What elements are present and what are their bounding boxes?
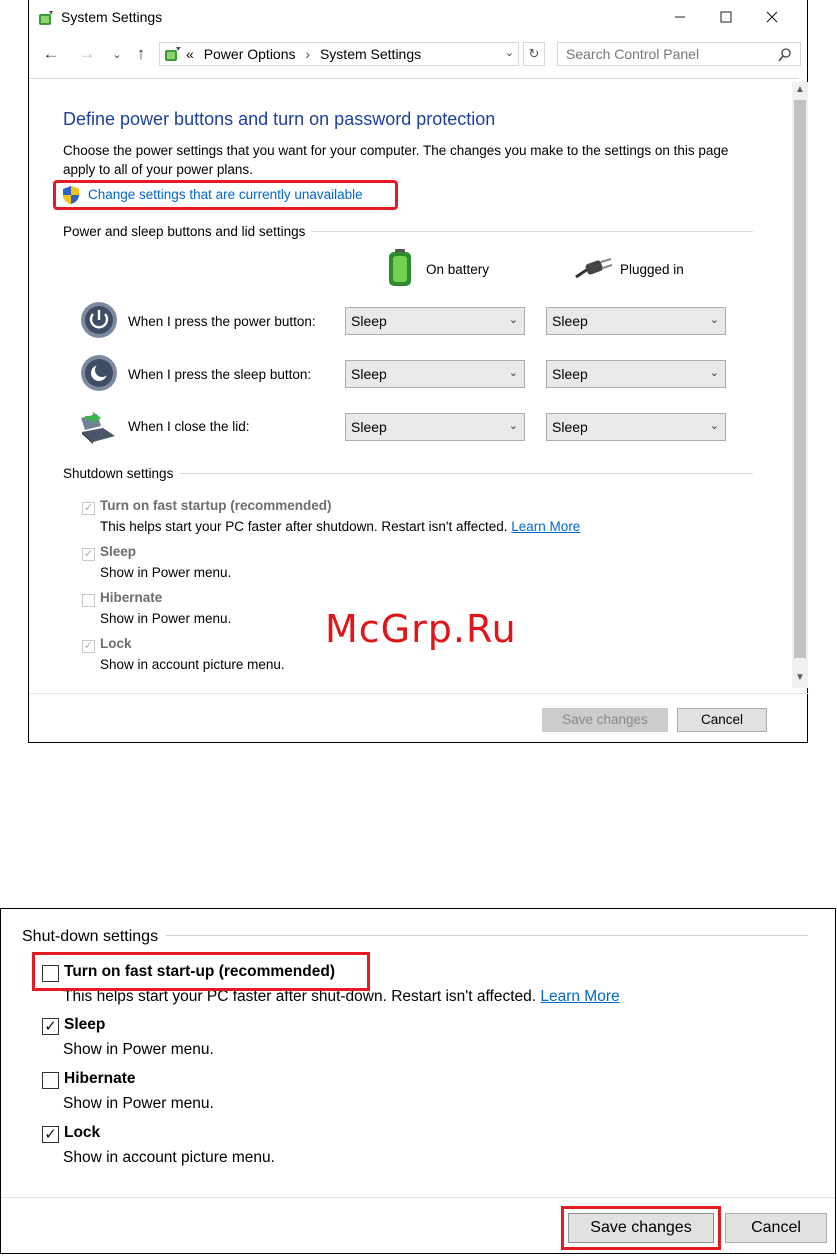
highlight-box [561,1206,721,1250]
learn-more-link[interactable]: Learn More [540,988,619,1005]
up-arrow-icon[interactable]: ↑ [129,44,153,64]
plug-icon [575,258,613,279]
chevron-down-icon: ⌄ [508,367,518,379]
lock-description: Show in account picture menu. [63,1149,275,1166]
sleep-description: Show in Power menu. [100,565,232,580]
lock-checkbox[interactable]: ✓ [42,1126,59,1143]
footer-divider [1,1197,835,1198]
power-button-battery-select[interactable]: Sleep ⌄ [345,307,525,335]
minimize-button[interactable] [657,0,703,34]
sleep-button-plugged-select[interactable]: Sleep ⌄ [546,360,726,388]
vertical-scrollbar[interactable]: ▲ ▼ [792,82,808,688]
scroll-thumb[interactable] [794,100,806,658]
title-bar: System Settings [29,0,807,34]
fast-startup-description-text: This helps start your PC faster after sh… [100,519,508,534]
footer-divider [29,693,809,694]
close-lid-label: When I close the lid: [128,419,250,434]
highlight-box [53,180,398,210]
breadcrumb-power-options[interactable]: Power Options [198,46,296,62]
select-value: Sleep [351,419,387,435]
chevron-down-icon: ⌄ [709,367,719,379]
chevron-down-icon: ⌄ [709,314,719,326]
plugged-in-header: Plugged in [620,262,684,277]
hibernate-checkbox[interactable] [42,1072,59,1089]
select-value: Sleep [351,366,387,382]
hibernate-description: Show in Power menu. [100,611,232,626]
sleep-label: Sleep [100,544,137,559]
power-button-label: When I press the power button: [128,314,316,329]
minimize-icon [675,16,685,18]
sleep-button-icon [81,355,117,391]
lock-label: Lock [100,636,132,651]
scroll-down-icon[interactable]: ▼ [792,672,808,683]
power-options-icon [39,11,53,25]
shutdown-group-title: Shut-down settings [22,928,167,946]
address-bar: ← → ⌄ ↑ « Power Options › System Setting… [29,38,807,72]
chevron-down-icon: ⌄ [508,420,518,432]
back-arrow-icon[interactable]: ← [39,44,63,64]
address-field[interactable]: « Power Options › System Settings ⌄ [159,42,519,66]
close-lid-battery-select[interactable]: Sleep ⌄ [345,413,525,441]
select-value: Sleep [552,366,588,382]
sleep-button-label: When I press the sleep button: [128,367,312,382]
lock-description: Show in account picture menu. [100,657,285,672]
sleep-checkbox[interactable]: ✓ [42,1018,59,1035]
lock-checkbox[interactable]: ✓ [82,640,95,653]
window-title: System Settings [61,9,163,25]
buttons-group-title: Power and sleep buttons and lid settings [63,224,312,239]
select-value: Sleep [552,313,588,329]
highlight-box [32,952,370,991]
control-panel-icon [165,47,181,61]
select-value: Sleep [351,313,387,329]
address-dropdown-icon[interactable]: ⌄ [505,46,514,59]
fast-startup-description: This helps start your PC faster after sh… [100,519,580,534]
breadcrumb-separator-icon: › [305,46,311,62]
chevron-down-icon[interactable]: ⌄ [105,48,129,61]
hibernate-description: Show in Power menu. [63,1095,214,1112]
hibernate-checkbox[interactable] [82,594,95,607]
search-icon [778,48,791,62]
fast-startup-label: Turn on fast startup (recommended) [100,498,332,513]
fast-startup-checkbox[interactable]: ✓ [82,502,95,515]
page-title: Define power buttons and turn on passwor… [63,109,496,129]
sleep-description: Show in Power menu. [63,1041,214,1058]
shutdown-settings-zoom: Shut-down settings Turn on fast start-up… [0,908,836,1254]
laptop-lid-icon [81,412,115,444]
battery-icon [389,249,411,286]
lock-label: Lock [64,1124,101,1141]
search-input[interactable]: Search Control Panel [557,42,801,66]
sleep-checkbox[interactable]: ✓ [82,548,95,561]
chevron-down-icon: ⌄ [508,314,518,326]
select-value: Sleep [552,419,588,435]
close-button[interactable] [749,0,795,34]
maximize-icon [720,11,732,23]
refresh-icon[interactable]: ↻ [523,42,545,66]
cancel-button[interactable]: Cancel [725,1213,827,1243]
power-button-icon [81,302,117,338]
scroll-up-icon[interactable]: ▲ [792,84,808,95]
power-button-plugged-select[interactable]: Sleep ⌄ [546,307,726,335]
forward-arrow-icon[interactable]: → [75,44,99,64]
breadcrumb-system-settings[interactable]: System Settings [320,46,421,62]
chevron-down-icon: ⌄ [709,420,719,432]
learn-more-link[interactable]: Learn More [511,519,580,534]
close-icon [766,11,778,23]
maximize-button[interactable] [703,0,749,34]
sleep-button-battery-select[interactable]: Sleep ⌄ [345,360,525,388]
page-description: Choose the power settings that you want … [63,143,729,177]
close-lid-plugged-select[interactable]: Sleep ⌄ [546,413,726,441]
breadcrumb-prefix: « [186,46,194,62]
hibernate-label: Hibernate [64,1070,136,1087]
save-changes-button[interactable]: Save changes [542,708,668,732]
cancel-button[interactable]: Cancel [677,708,767,732]
watermark: McGrp.Ru [325,607,517,651]
search-placeholder: Search Control Panel [566,46,700,62]
on-battery-header: On battery [426,262,490,277]
hibernate-label: Hibernate [100,590,163,605]
sleep-label: Sleep [64,1016,106,1033]
shutdown-group-title: Shutdown settings [63,466,180,481]
